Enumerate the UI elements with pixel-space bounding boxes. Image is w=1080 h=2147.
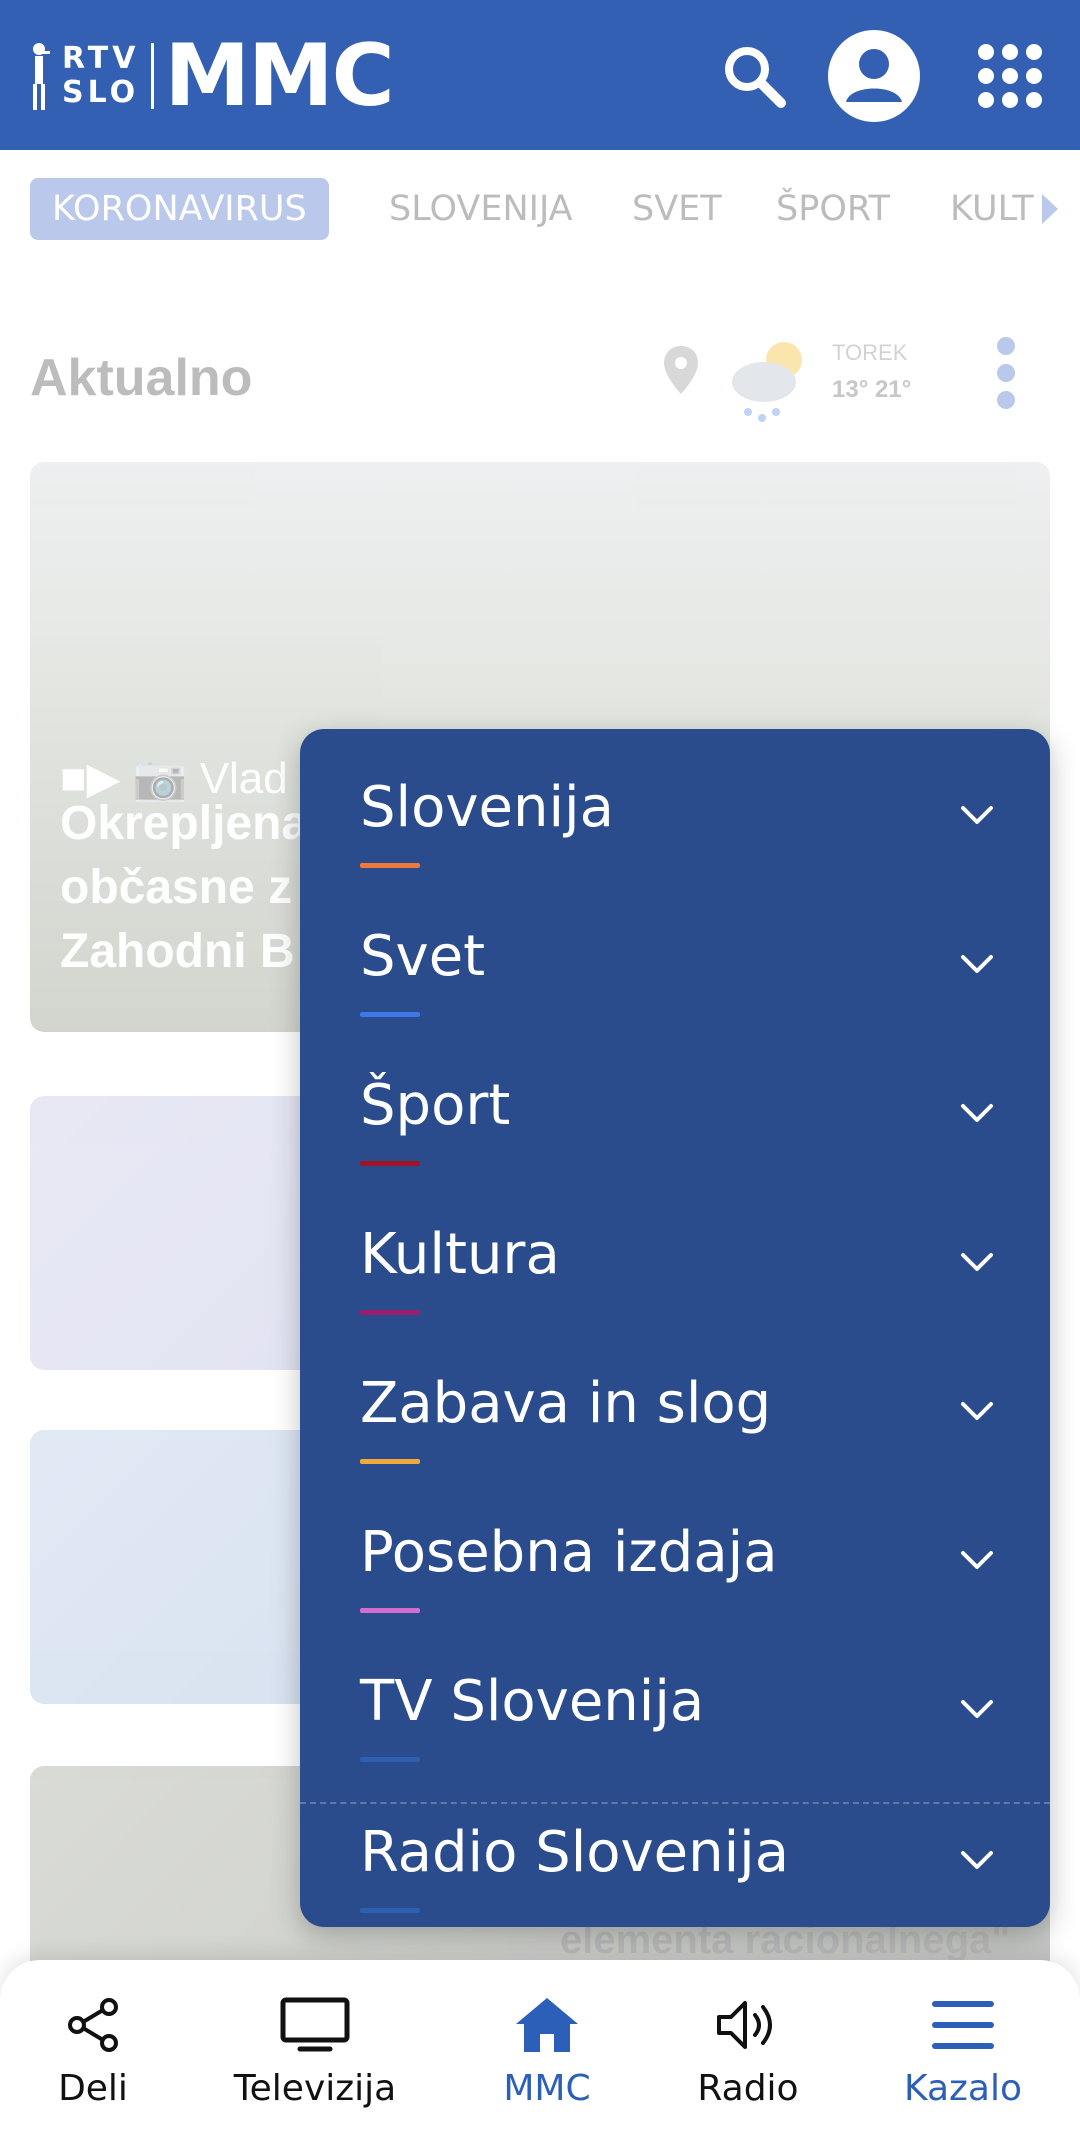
nav-label: MMC [503, 2068, 591, 2109]
chevron-down-icon[interactable] [960, 1699, 994, 1719]
speaker-icon [648, 1990, 848, 2060]
location-pin-icon [664, 346, 698, 394]
menu-item-underline [360, 863, 420, 868]
weather-temperatures: 13° 21° [832, 376, 912, 403]
scroll-right-arrow-icon[interactable] [1040, 194, 1060, 229]
chevron-down-icon[interactable] [960, 805, 994, 825]
nav-label: Radio [697, 2068, 799, 2109]
home-icon [447, 1990, 647, 2060]
menu-item-posebna-izdaja[interactable]: Posebna izdaja [300, 1474, 1050, 1623]
section-title: Aktualno [30, 349, 253, 407]
nav-televizija[interactable]: Televizija [215, 1990, 415, 2130]
chevron-down-icon[interactable] [960, 1401, 994, 1421]
search-icon[interactable] [706, 28, 802, 124]
user-account-icon[interactable] [826, 28, 922, 124]
nav-mmc[interactable]: MMC [447, 1990, 647, 2130]
article-title: Okrepljena občasne z Zahodni B [60, 797, 309, 978]
menu-item-slovenija[interactable]: Slovenija [300, 729, 1050, 878]
hamburger-menu-icon [863, 1990, 1063, 2060]
tab-svet[interactable]: SVET [632, 178, 722, 240]
menu-item-radio-slovenija[interactable]: Radio Slovenija [300, 1774, 1050, 1923]
menu-item-label: Svet [360, 924, 486, 989]
more-options-icon[interactable] [996, 336, 1016, 410]
nav-label: Televizija [233, 2068, 397, 2109]
menu-item-tv-slovenija[interactable]: TV Slovenija [300, 1623, 1050, 1772]
weather-widget[interactable]: TOREK 13° 21° [650, 330, 950, 450]
menu-item-svet[interactable]: Svet [300, 878, 1050, 1027]
menu-item-underline [360, 1757, 420, 1762]
chevron-down-icon[interactable] [960, 1252, 994, 1272]
nav-deli[interactable]: Deli [0, 1990, 193, 2130]
chevron-down-icon[interactable] [960, 1103, 994, 1123]
bottom-navigation: Deli Televizija MMC Radio Kazalo [0, 1960, 1080, 2147]
nav-label: Kazalo [903, 2068, 1023, 2109]
menu-item-label: TV Slovenija [360, 1669, 705, 1734]
nav-kazalo[interactable]: Kazalo [863, 1990, 1063, 2130]
chevron-down-icon[interactable] [960, 1550, 994, 1570]
menu-item-label: Posebna izdaja [360, 1520, 778, 1585]
menu-item-label: Šport [360, 1073, 511, 1138]
menu-item-underline [360, 1161, 420, 1166]
logo-separator [151, 43, 155, 109]
menu-item-label: Radio Slovenija [360, 1820, 790, 1885]
nav-radio[interactable]: Radio [648, 1990, 848, 2130]
tab-koronavirus[interactable]: KORONAVIRUS [30, 178, 329, 240]
chevron-down-icon[interactable] [960, 1850, 994, 1870]
menu-item-label: Slovenija [360, 775, 614, 840]
section-menu-popup: Slovenija Svet Šport Kultura Zabava in s… [300, 729, 1050, 1927]
menu-item-underline [360, 1310, 420, 1315]
menu-item-underline [360, 1012, 420, 1017]
tab-kultura[interactable]: KULT [950, 178, 1034, 240]
rtv-slo-mmc-logo[interactable]: RTV SLO MMC [28, 26, 395, 126]
rain-sun-weather-icon [732, 342, 802, 422]
apps-grid-icon[interactable] [962, 28, 1058, 124]
tv-icon [215, 1990, 415, 2060]
menu-item-label: Zabava in slog [360, 1371, 772, 1436]
menu-item-kultura[interactable]: Kultura [300, 1176, 1050, 1325]
menu-item-underline [360, 1608, 420, 1613]
logo-rtv-slo: RTV SLO [62, 41, 140, 110]
share-icon [0, 1990, 193, 2060]
chevron-down-icon[interactable] [960, 954, 994, 974]
nav-label: Deli [58, 2068, 128, 2109]
trumpeter-logo-icon [28, 41, 50, 111]
category-tabs: KORONAVIRUS SLOVENIJA SVET ŠPORT KULT [0, 150, 1080, 270]
weather-day: TOREK [832, 340, 908, 365]
app-header: RTV SLO MMC [0, 0, 1080, 150]
menu-item-underline [360, 1908, 420, 1913]
logo-mmc: MMC [164, 26, 394, 126]
menu-item-label: Kultura [360, 1222, 560, 1287]
tab-sport[interactable]: ŠPORT [776, 178, 890, 240]
menu-item-zabava-in-slog[interactable]: Zabava in slog [300, 1325, 1050, 1474]
tab-slovenija[interactable]: SLOVENIJA [389, 178, 573, 240]
menu-item-sport[interactable]: Šport [300, 1027, 1050, 1176]
menu-item-underline [360, 1459, 420, 1464]
